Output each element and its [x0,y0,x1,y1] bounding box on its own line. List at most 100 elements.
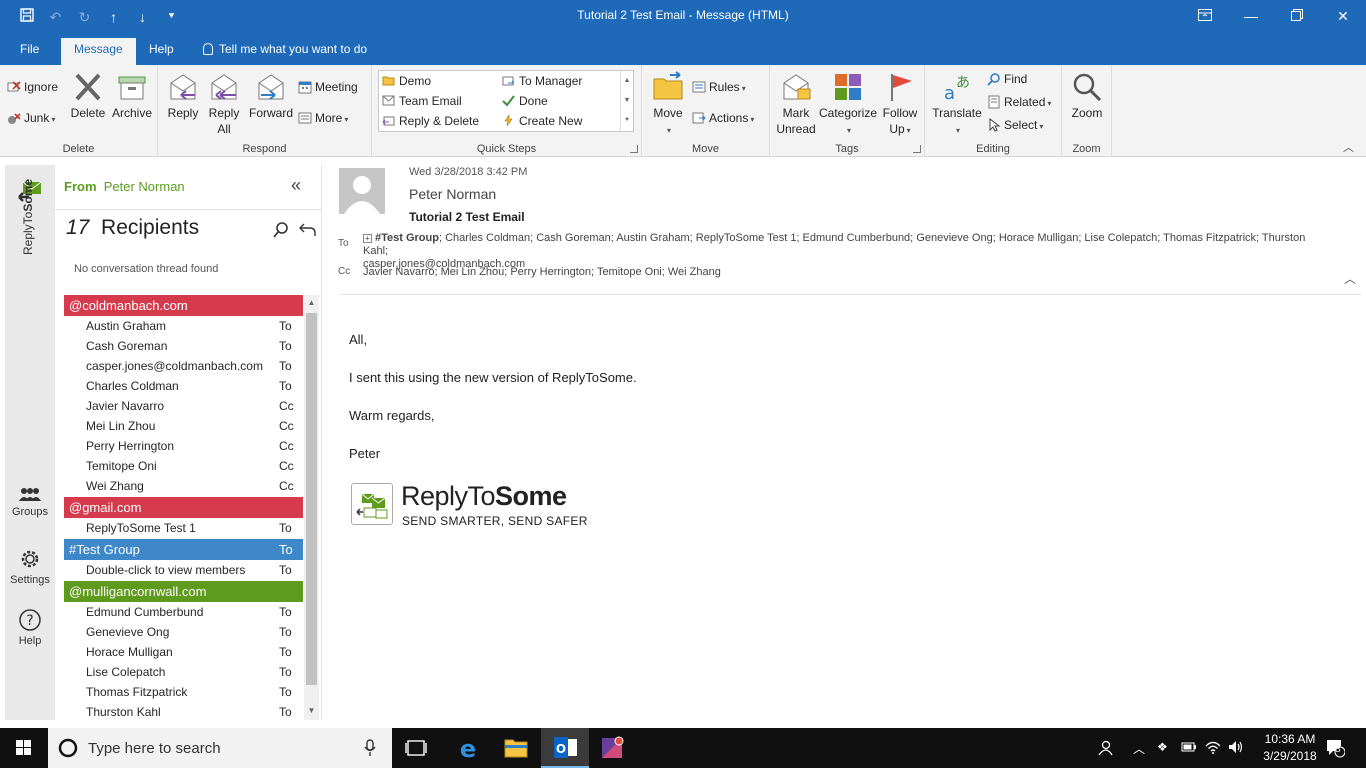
ribbon-display-options-icon[interactable] [1182,0,1228,32]
recipient-list-scrollbar[interactable]: ▲ ▼ [304,295,319,720]
to-group-name[interactable]: #Test Group [375,232,439,244]
reply-button[interactable]: Reply [165,71,201,121]
start-button[interactable] [0,728,48,768]
actions-button[interactable]: Actions ▾ [692,108,754,128]
tab-message[interactable]: Message [61,38,136,65]
recipient-row[interactable]: Horace Mulligan To [64,642,303,662]
tell-me-search[interactable]: Tell me what you want to do [190,38,380,65]
recipient-row[interactable]: Genevieve Ong To [64,622,303,642]
ignore-button[interactable]: Ignore [7,77,58,97]
recipient-row[interactable]: Wei Zhang Cc [64,476,303,496]
related-button[interactable]: Related ▾ [987,92,1051,112]
rules-button[interactable]: Rules ▾ [692,77,746,97]
archive-button[interactable]: Archive [110,71,154,121]
move-button[interactable]: Move ▾ [648,71,688,139]
ignore-icon [7,81,21,92]
chevron-up-icon[interactable]: ︿ [1133,740,1145,757]
recipient-row[interactable]: Edmund Cumberbund To [64,602,303,622]
follow-up-button[interactable]: Follow Up ▾ [880,71,920,139]
recipient-row[interactable]: Perry Herrington Cc [64,436,303,456]
quick-step-done[interactable]: Done [502,92,548,111]
recipient-row[interactable]: Temitope Oni Cc [64,456,303,476]
minimize-icon[interactable]: — [1228,0,1274,32]
recipient-row[interactable]: Austin Graham To [64,316,303,336]
recipient-row[interactable]: Charles Coldman To [64,376,303,396]
taskbar-search[interactable]: Type here to search [48,728,392,768]
quick-steps-scroll[interactable]: ▲ ▼ ⯆ [620,71,633,131]
delete-button[interactable]: Delete [70,71,106,121]
system-clock[interactable]: 10:36 AM 3/29/2018 [1254,731,1326,765]
recipient-row[interactable]: Cash Goreman To [64,336,303,356]
chevron-up-icon[interactable]: ▲ [621,71,633,91]
undo-icon[interactable] [299,221,317,237]
quick-step-to-manager[interactable]: To Manager [502,72,582,91]
translate-button[interactable]: aあ Translate ▾ [929,71,985,139]
task-view-button[interactable] [392,728,440,768]
microphone-icon[interactable] [364,739,376,757]
tags-launcher-icon[interactable] [913,145,921,153]
chevron-down-icon[interactable]: ▼ [621,91,633,111]
recipient-row[interactable]: casper.jones@coldmanbach.com To [64,356,303,376]
settings-button[interactable]: Settings [5,547,55,586]
quick-step-reply-delete[interactable]: Reply & Delete [382,112,479,131]
cc-recipients[interactable]: Javier Navarro; Mei Lin Zhou; Perry Herr… [363,266,721,278]
quick-step-demo[interactable]: Demo [382,72,431,91]
people-icon[interactable] [1097,740,1113,759]
recipient-row[interactable]: Thurston Kahl To [64,702,303,720]
search-icon[interactable] [273,221,289,239]
help-button[interactable]: ? Help [5,608,55,647]
tab-file[interactable]: File [7,38,52,65]
find-button[interactable]: Find [987,69,1027,89]
expand-group-icon[interactable]: + [363,234,372,243]
domain-header-coldmanbach[interactable]: @coldmanbach.com [64,295,303,316]
scroll-down-icon[interactable]: ▼ [304,706,319,715]
restore-icon[interactable] [1274,0,1320,32]
recipient-row[interactable]: Mei Lin Zhou Cc [64,416,303,436]
recipient-row[interactable]: Thomas Fitzpatrick To [64,682,303,702]
recipient-row[interactable]: Lise Colepatch To [64,662,303,682]
mark-unread-button[interactable]: Mark Unread [775,71,817,137]
groups-button[interactable]: Groups [5,487,55,518]
screen-recorder-button[interactable] [589,728,637,768]
reply-all-button[interactable]: Reply All [205,71,243,137]
file-explorer-button[interactable] [492,728,540,768]
edge-button[interactable]: e [444,728,492,768]
recipient-row[interactable]: ReplyToSome Test 1 To [64,518,303,538]
more-respond-button[interactable]: More ▾ [298,108,348,128]
cursor-icon [989,118,1001,132]
recipient-row[interactable]: Double-click to view members To [64,560,303,580]
gallery-more-icon[interactable]: ⯆ [621,111,633,131]
forward-button[interactable]: Forward [248,71,294,121]
volume-icon[interactable] [1228,740,1244,757]
action-center-button[interactable]: 8 [1325,738,1346,761]
collapse-ribbon-icon[interactable]: ︿ [1343,139,1354,155]
outlook-button[interactable]: O [541,728,589,768]
tab-help[interactable]: Help [136,38,187,65]
svg-text:?: ? [26,613,33,629]
quick-step-create-new[interactable]: Create New [502,112,582,131]
checkmark-icon [502,95,515,107]
message-sender[interactable]: Peter Norman [409,186,496,202]
wifi-icon[interactable] [1205,740,1221,757]
quick-steps-launcher-icon[interactable] [630,145,638,153]
recipient-row[interactable]: Javier Navarro Cc [64,396,303,416]
select-button[interactable]: Select ▾ [987,115,1043,135]
junk-button[interactable]: Junk ▾ [7,108,55,128]
domain-header-gmail[interactable]: @gmail.com [64,497,303,518]
meeting-button[interactable]: Meeting [298,77,358,97]
scroll-up-icon[interactable]: ▲ [304,298,319,307]
collapse-header-icon[interactable]: ︿ [1344,270,1356,287]
zoom-button[interactable]: Zoom [1067,71,1107,121]
quick-step-team-email[interactable]: Team Email [382,92,462,111]
dropbox-icon[interactable]: ❖ [1157,740,1168,754]
group-header-test-group[interactable]: #Test Group To [64,539,303,560]
categorize-button[interactable]: Categorize ▾ [818,71,878,139]
reply-delete-icon [382,116,395,126]
domain-header-mulligancornwall[interactable]: @mulligancornwall.com [64,581,303,602]
scroll-thumb[interactable] [306,313,317,685]
lightning-icon [504,114,513,127]
collapse-pane-icon[interactable]: « [291,175,301,196]
editing-group-label: Editing [976,143,1010,155]
battery-icon[interactable] [1181,740,1197,757]
close-icon[interactable]: ✕ [1320,0,1366,32]
